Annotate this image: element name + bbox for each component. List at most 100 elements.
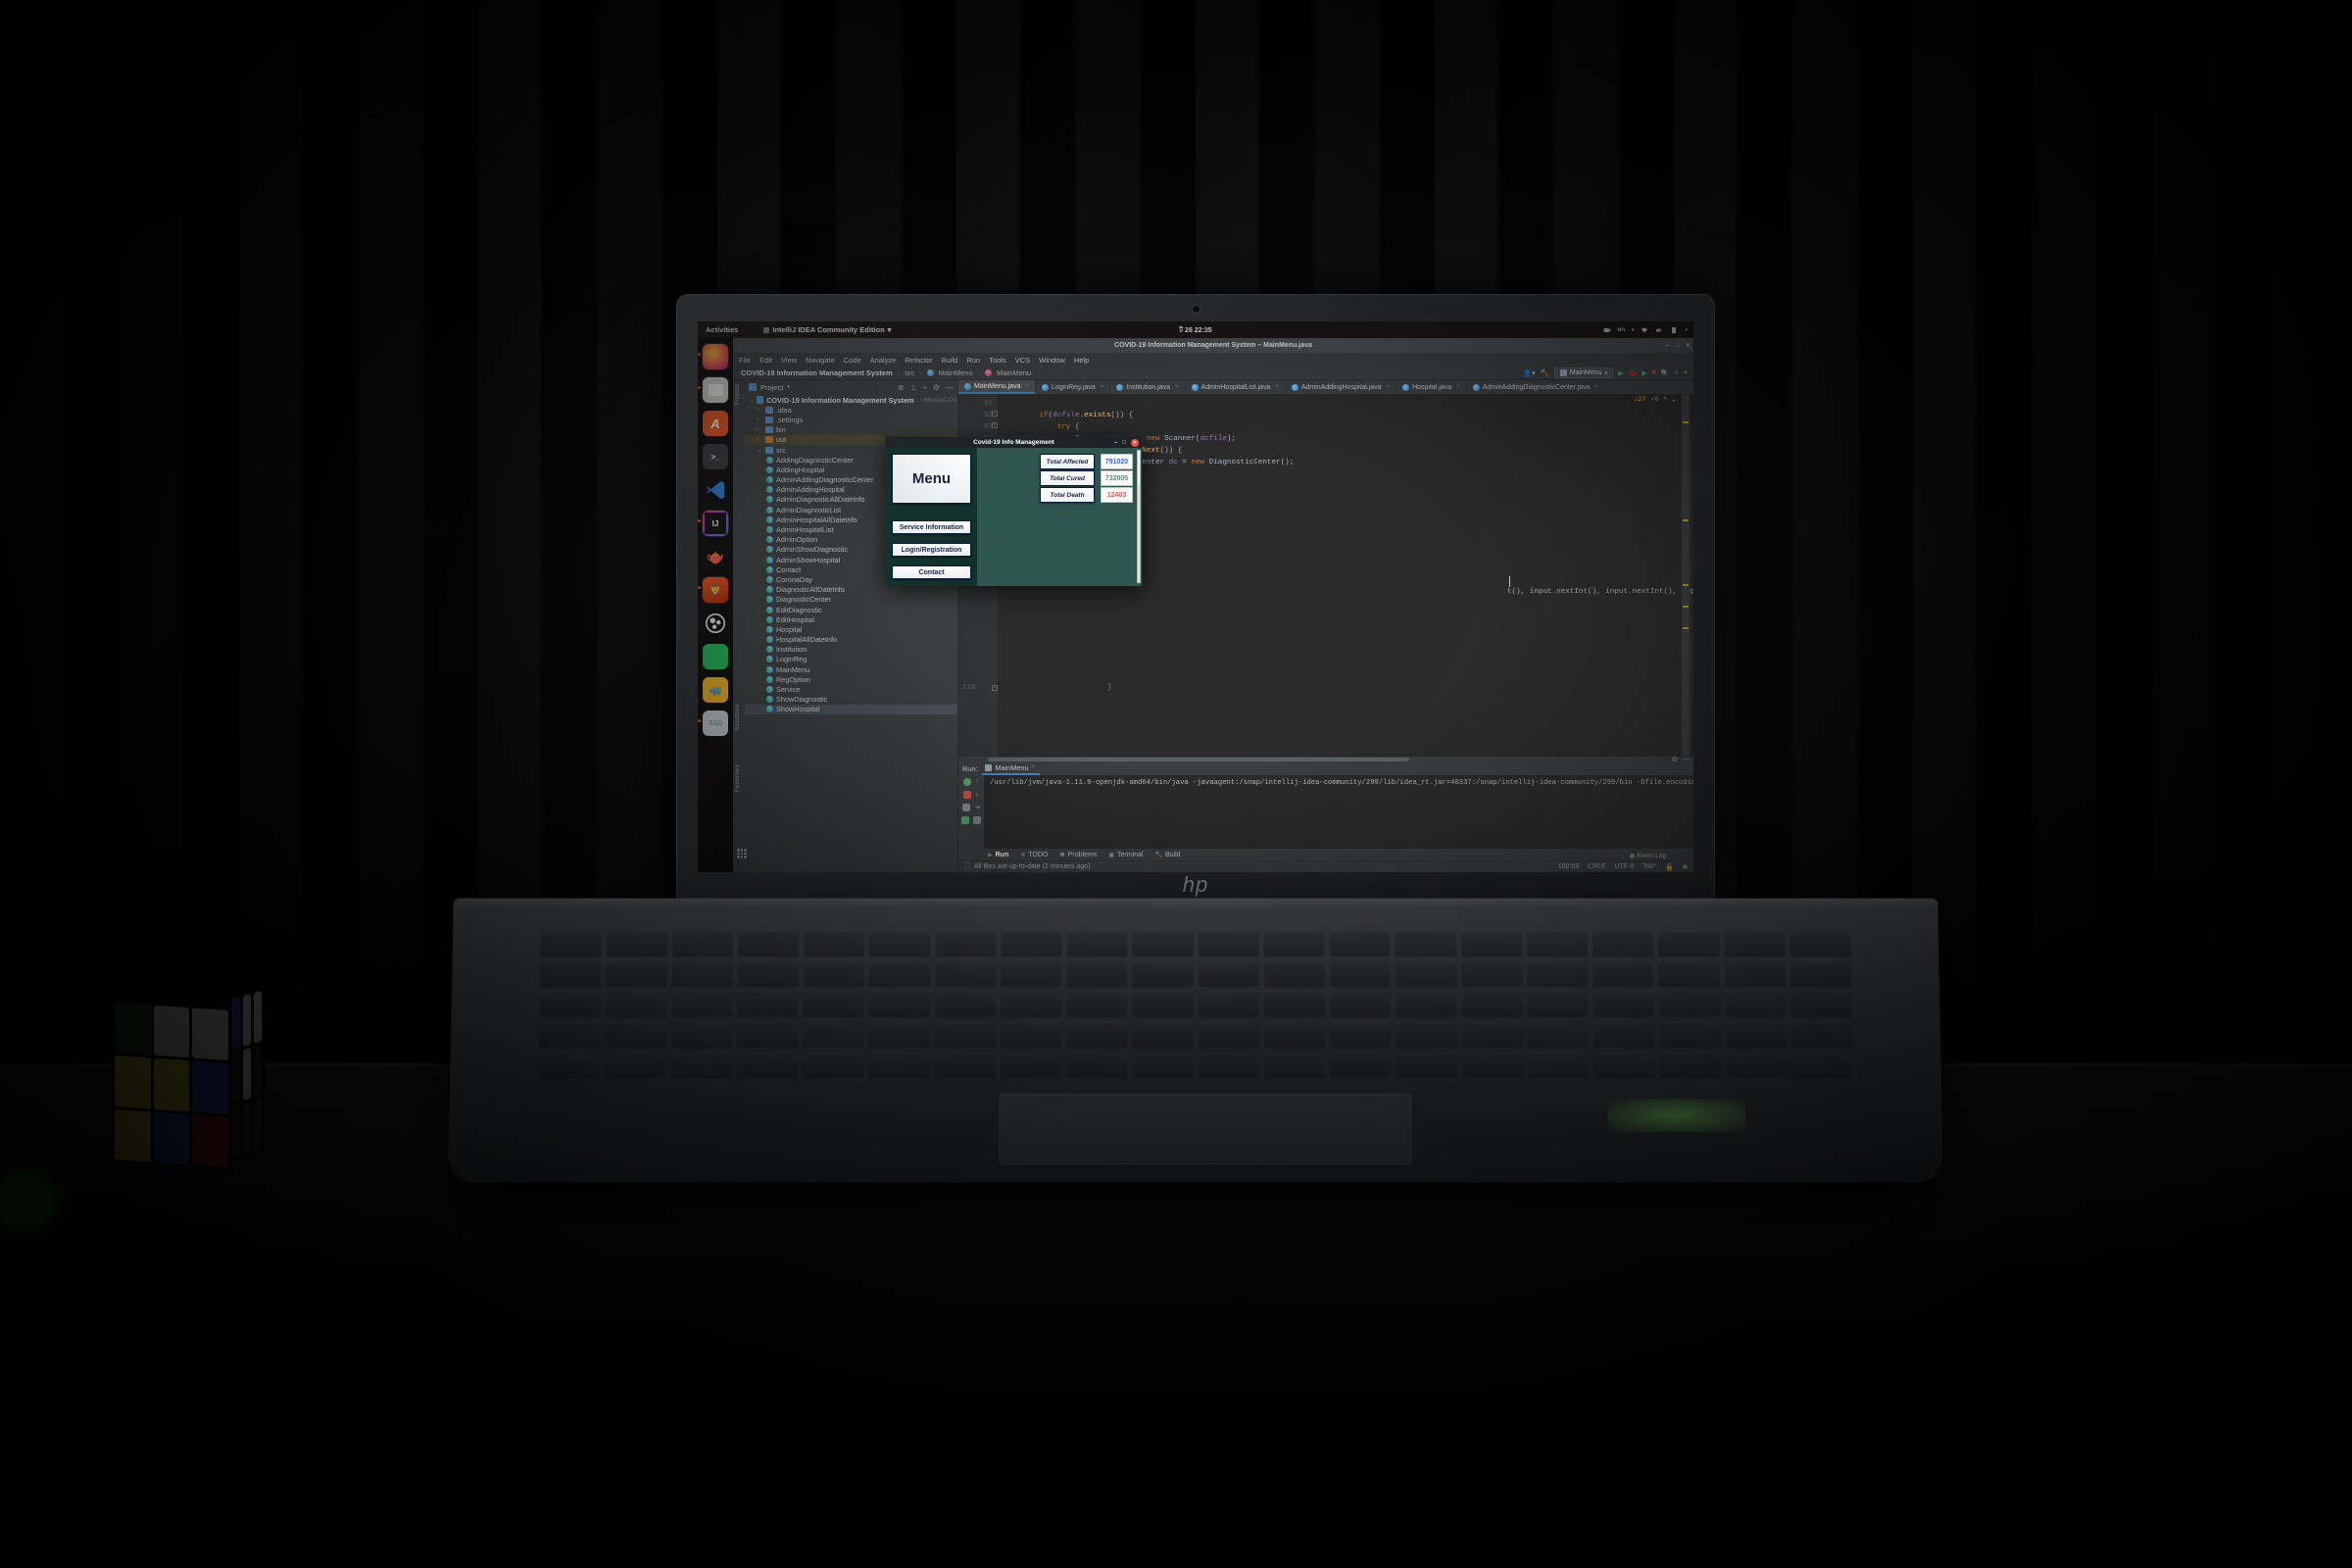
bottom-tab-terminal[interactable]: ▣ Terminal <box>1108 852 1143 858</box>
status-bar-right[interactable]: 100:53 CRLF UTF-8 Tab* 🔓 <box>1558 863 1693 871</box>
ide-help-icon[interactable]: ● <box>1684 369 1688 376</box>
editor-scroll-controls[interactable]: ⚙ — <box>1672 756 1690 763</box>
dock-item-spotify[interactable] <box>703 644 728 669</box>
login-registration-button[interactable]: Login/Registration <box>892 543 971 557</box>
menu-file[interactable]: File <box>739 356 751 365</box>
maximize-icon[interactable]: □ <box>1676 343 1680 349</box>
dock-item-vscode[interactable] <box>703 477 728 503</box>
run-icon[interactable]: ▶ <box>1618 369 1623 377</box>
close-icon[interactable]: × <box>1175 384 1179 390</box>
dock-item-tomcat[interactable]: 🫖 <box>703 544 728 569</box>
tree-row-class[interactable]: DiagnosticCenter <box>745 595 957 605</box>
tree-row-class[interactable]: Hospital <box>745 624 957 634</box>
menu-navigate[interactable]: Navigate <box>806 356 835 365</box>
caret-position[interactable]: 100:53 <box>1558 863 1579 870</box>
breadcrumb-navbar[interactable]: COVID-19 Information Management System ›… <box>733 367 1693 380</box>
lock-icon[interactable]: 🔓 <box>1665 863 1674 871</box>
settings-gear-icon[interactable]: ⚙ <box>1672 756 1678 763</box>
encoding[interactable]: UTF-8 <box>1614 863 1634 870</box>
tree-row-bin[interactable]: › bin <box>745 425 957 435</box>
breadcrumb-src[interactable]: src <box>905 368 914 377</box>
menu-window[interactable]: Window <box>1039 356 1065 365</box>
inspection-widget[interactable]: ⚠27 ✓6 ^ ⌄ <box>1635 395 1676 404</box>
indent-setting[interactable]: Tab* <box>1642 863 1656 870</box>
project-pane-title[interactable]: Project <box>760 383 783 392</box>
tree-row-settings[interactable]: › .settings <box>745 415 957 424</box>
app-menu-button[interactable]: IntelliJ IDEA Community Edition ▾ <box>763 325 891 334</box>
chevron-up-icon[interactable]: ^ <box>1663 396 1667 403</box>
code-fold-icon[interactable]: − <box>992 411 998 416</box>
scrollbar-thumb[interactable] <box>988 758 1409 761</box>
breadcrumb-class[interactable]: MainMenu <box>939 368 973 377</box>
window-controls[interactable]: – □ × <box>1666 343 1690 349</box>
dock-item-obs-studio[interactable] <box>703 611 728 636</box>
tool-window-label-favorites[interactable]: Favorites <box>734 764 741 793</box>
menu-code[interactable]: Code <box>844 356 861 365</box>
editor-tab[interactable]: LoginReg.java × <box>1036 380 1111 394</box>
chevron-down-icon[interactable]: ▾ <box>787 384 790 390</box>
menu-tools[interactable]: Tools <box>989 356 1006 365</box>
run-configuration-tab[interactable]: MainMenu × <box>982 763 1041 775</box>
tree-row-root[interactable]: ⌄ COVID-19 Information Management System… <box>745 395 957 405</box>
editor-tab[interactable]: Hospital.java × <box>1396 380 1467 394</box>
tree-row-class[interactable]: HospitalAllDateInfo <box>745 635 957 645</box>
maximize-icon[interactable]: □ <box>1122 440 1126 446</box>
tree-row-class[interactable]: ShowHospital <box>745 704 957 714</box>
menu-run[interactable]: Run <box>966 356 980 365</box>
bottom-tab-run[interactable]: ▶ Run <box>988 852 1008 858</box>
activities-button[interactable]: Activities <box>706 325 738 334</box>
code-fold-icon[interactable]: − <box>992 422 998 428</box>
menu-build[interactable]: Build <box>942 356 958 365</box>
bottom-tab-problems[interactable]: ❶ Problems <box>1059 852 1097 858</box>
dialog-window-controls[interactable]: – □ × <box>1114 438 1139 447</box>
breadcrumb-project[interactable]: COVID-19 Information Management System <box>741 368 893 377</box>
service-information-button[interactable]: Service Information <box>892 520 971 534</box>
chevron-right-icon[interactable]: › <box>757 437 762 443</box>
close-icon[interactable]: × <box>1686 343 1690 349</box>
chevron-down-icon[interactable]: ⌄ <box>1672 395 1676 403</box>
ubuntu-dock[interactable]: A >_ IJ 🫖 🦁 🦏 SSD <box>698 338 733 872</box>
covid-info-management-dialog[interactable]: Covid-19 Info Management – □ × Menu Serv… <box>885 436 1143 586</box>
editor-tab[interactable]: AdminHospitalList.java × <box>1186 380 1286 394</box>
dock-item-firefox[interactable] <box>698 344 728 369</box>
editor-tab[interactable]: AdminAddingDiagnosticCenter.java × <box>1467 380 1605 394</box>
stop-icon[interactable]: ■ <box>1652 369 1656 376</box>
chevron-right-icon[interactable]: › <box>757 416 762 422</box>
code-fold-icon[interactable]: − <box>992 685 998 691</box>
dock-item-files[interactable] <box>698 377 728 403</box>
tree-row-idea[interactable]: › .idea <box>745 405 957 415</box>
dock-item-ssd-drive[interactable]: SSD <box>698 710 728 736</box>
close-icon[interactable]: × <box>1131 438 1139 447</box>
tree-row-class[interactable]: MainMenu <box>745 664 957 674</box>
expand-icon[interactable]: ⊥ <box>909 383 916 392</box>
tree-row-class[interactable]: Service <box>745 684 957 694</box>
dock-item-terminal[interactable]: >_ <box>703 444 728 469</box>
chevron-down-icon[interactable]: ⌄ <box>749 397 754 404</box>
chevron-down-icon[interactable]: ⌄ <box>757 447 762 454</box>
tree-row-class[interactable]: EditHospital <box>745 614 957 624</box>
dock-item-ubuntu-software[interactable]: A <box>703 411 728 436</box>
menu-refactor[interactable]: Refactor <box>905 356 932 365</box>
search-icon[interactable]: 🔍 <box>1661 369 1670 377</box>
editor-tab[interactable]: MainMenu.java × <box>958 380 1036 394</box>
user-icon[interactable]: 👤▾ <box>1523 369 1535 377</box>
editor-tabs[interactable]: MainMenu.java × LoginReg.java × Institution.… <box>958 380 1693 394</box>
print-icon[interactable] <box>961 816 969 824</box>
power-caret-icon[interactable]: ▾ <box>1685 327 1688 333</box>
tool-window-label-structure[interactable]: Structure <box>734 704 741 731</box>
close-icon[interactable]: × <box>1275 384 1279 390</box>
settings-sync-icon[interactable]: ● <box>1675 369 1679 376</box>
rerun-icon[interactable] <box>963 778 972 786</box>
ide-toolbar[interactable]: 👤▾ 🔨 MainMenu ▾ ▶ 🐞 ▶ ■ 🔍 ● ● <box>1523 368 1693 378</box>
editor-tab[interactable]: AdminAddingHospital.java × <box>1286 380 1397 394</box>
run-gutter-toolbar[interactable]: ↑ ↓ ⇥ <box>958 775 984 849</box>
dock-item-brave[interactable]: 🦁 <box>698 577 728 603</box>
tree-row-class[interactable]: RegOption <box>745 674 957 684</box>
chevron-right-icon[interactable]: › <box>757 427 762 433</box>
soft-wrap-icon[interactable]: ⇥ <box>974 804 980 811</box>
screenshot-icon[interactable] <box>962 804 971 811</box>
close-icon[interactable]: × <box>1456 384 1460 390</box>
menu-analyze[interactable]: Analyze <box>870 356 897 365</box>
hide-icon[interactable]: — <box>946 383 954 392</box>
dock-item-intellij-idea[interactable]: IJ <box>698 511 728 536</box>
